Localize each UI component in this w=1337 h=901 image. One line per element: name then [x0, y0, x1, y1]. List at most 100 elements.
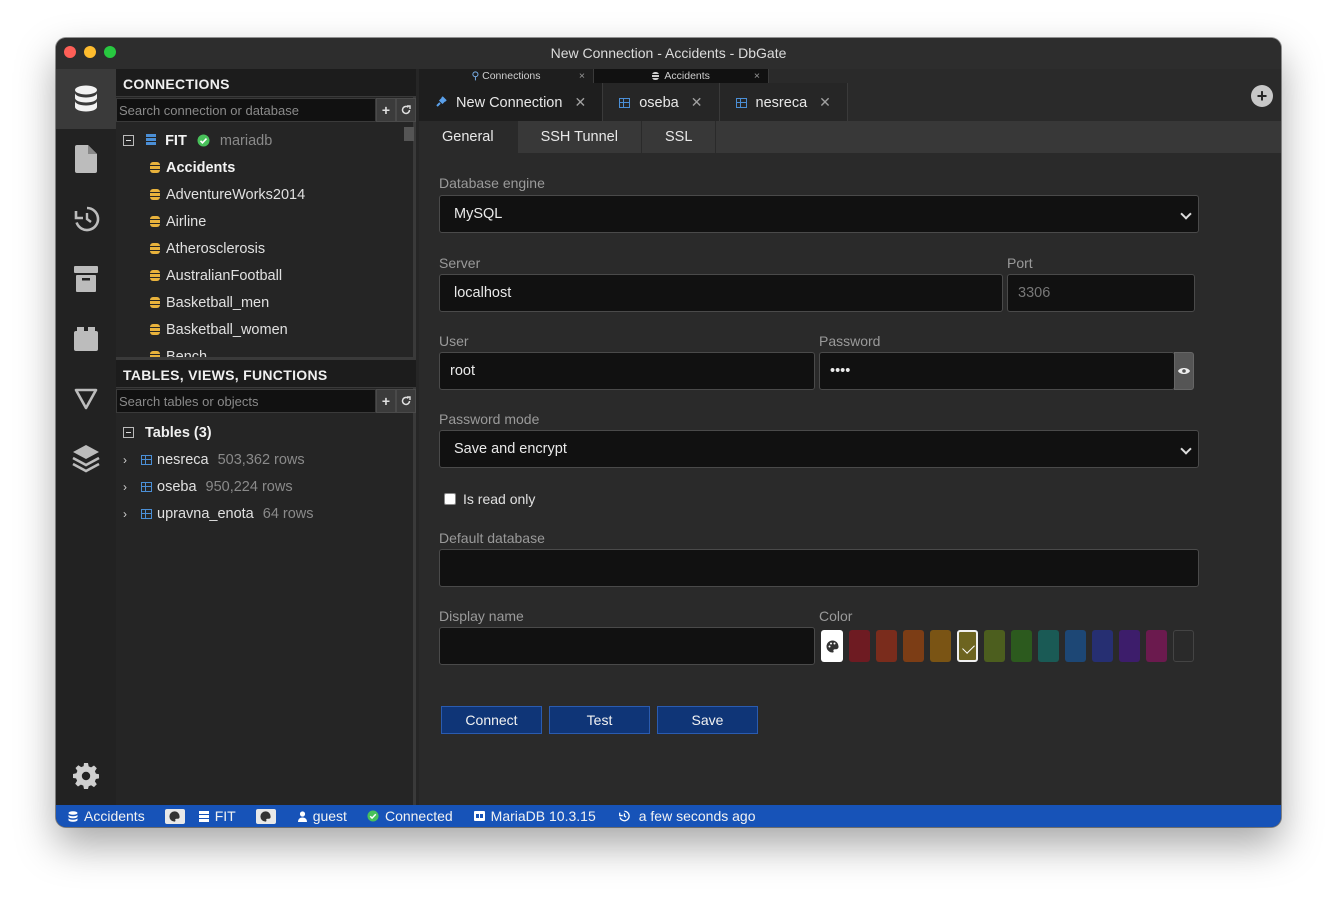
color-swatch[interactable] [1119, 630, 1140, 662]
test-button[interactable]: Test [549, 706, 650, 734]
status-server[interactable]: FIT [198, 808, 236, 824]
table-item[interactable]: › upravna_enota 64 rows [123, 501, 314, 528]
refresh-objects-button[interactable] [396, 389, 416, 413]
password-label: Password [819, 333, 881, 349]
database-item[interactable]: Atherosclerosis [150, 236, 265, 263]
tab-group-connections[interactable]: ⚲ Connections × [419, 69, 594, 83]
table-item[interactable]: › nesreca 503,362 rows [123, 447, 305, 474]
server-version-icon [473, 811, 485, 821]
user-label: User [439, 333, 469, 349]
history-icon[interactable] [56, 189, 116, 249]
palette-icon[interactable] [164, 808, 185, 824]
connections-scrollbar[interactable] [404, 127, 414, 141]
main-area: ⚲ Connections × Accidents × New Connecti… [419, 69, 1281, 805]
database-name: Basketball_women [166, 322, 288, 338]
tab-nesreca[interactable]: nesreca ✕ [719, 83, 848, 121]
read-only-label: Is read only [463, 491, 536, 507]
archive-icon[interactable] [56, 249, 116, 309]
color-swatch[interactable] [1011, 630, 1032, 662]
tab-group-accidents[interactable]: Accidents × [594, 69, 769, 83]
engine-select[interactable]: MySQL [439, 195, 1199, 233]
server-input[interactable]: localhost [439, 274, 1003, 312]
close-icon[interactable]: ✕ [691, 94, 703, 110]
close-icon[interactable]: × [579, 69, 585, 83]
color-swatch[interactable] [957, 630, 978, 662]
tab-ssh-tunnel[interactable]: SSH Tunnel [518, 121, 642, 153]
tab-ssl[interactable]: SSL [642, 121, 717, 153]
objects-header: TABLES, VIEWS, FUNCTIONS [116, 360, 416, 388]
table-row-count: 950,224 rows [205, 479, 293, 495]
chevron-right-icon[interactable]: › [123, 447, 135, 474]
color-swatch[interactable] [1065, 630, 1086, 662]
color-swatch[interactable] [876, 630, 897, 662]
database-icon[interactable] [56, 69, 116, 129]
database-item[interactable]: AdventureWorks2014 [150, 182, 305, 209]
show-password-eye-icon[interactable] [1174, 352, 1194, 390]
color-swatch[interactable] [1038, 630, 1059, 662]
tab-new-connection[interactable]: New Connection ✕ [419, 83, 604, 121]
password-mode-select[interactable]: Save and encrypt [439, 430, 1199, 468]
minimize-window-button[interactable] [84, 46, 96, 58]
table-name: nesreca [157, 452, 209, 468]
display-name-input[interactable] [439, 627, 815, 665]
status-connection: Connected [367, 808, 453, 824]
table-item[interactable]: › oseba 950,224 rows [123, 474, 293, 501]
save-button[interactable]: Save [657, 706, 758, 734]
close-icon[interactable]: ✕ [819, 94, 831, 110]
color-swatch[interactable] [1146, 630, 1167, 662]
database-item[interactable]: Basketball_women [150, 317, 288, 344]
maximize-window-button[interactable] [104, 46, 116, 58]
palette-icon[interactable] [821, 630, 843, 662]
palette-icon[interactable] [255, 808, 276, 824]
close-icon[interactable]: × [754, 69, 760, 83]
connect-button[interactable]: Connect [441, 706, 542, 734]
status-user: guest [297, 808, 347, 824]
table-icon [141, 455, 152, 465]
status-database[interactable]: Accidents [68, 808, 145, 824]
default-db-input[interactable] [439, 549, 1199, 587]
chevron-right-icon[interactable]: › [123, 474, 135, 501]
plugins-icon[interactable] [56, 309, 116, 369]
database-item[interactable]: Accidents [150, 155, 235, 182]
read-only-checkbox[interactable] [444, 493, 456, 505]
activity-bar [56, 69, 116, 805]
close-window-button[interactable] [64, 46, 76, 58]
database-item[interactable]: Airline [150, 209, 206, 236]
add-tab-button[interactable]: + [1251, 85, 1273, 107]
port-input[interactable]: 3306 [1007, 274, 1195, 312]
table-icon [735, 98, 747, 108]
database-name: Airline [166, 214, 207, 230]
tables-group[interactable]: Tables (3) [123, 420, 212, 447]
tab-general[interactable]: General [419, 121, 518, 153]
object-search-row: + [116, 389, 416, 413]
database-item[interactable]: AustralianFootball [150, 263, 282, 290]
settings-gear-icon[interactable] [56, 746, 116, 806]
database-name: Atherosclerosis [166, 241, 266, 257]
color-swatch[interactable] [1092, 630, 1113, 662]
color-swatch[interactable] [1173, 630, 1194, 662]
collapse-icon[interactable] [123, 427, 134, 438]
file-icon[interactable] [56, 129, 116, 189]
layers-icon[interactable] [56, 429, 116, 489]
filter-icon[interactable] [56, 369, 116, 429]
user-input[interactable]: root [439, 352, 815, 390]
color-swatch[interactable] [903, 630, 924, 662]
close-icon[interactable]: ✕ [574, 94, 586, 110]
password-input[interactable]: •••• [819, 352, 1175, 390]
app-window: New Connection - Accidents - DbGate CONN [56, 38, 1281, 827]
add-object-button[interactable]: + [376, 389, 396, 413]
color-swatch[interactable] [930, 630, 951, 662]
tab-oseba[interactable]: oseba ✕ [603, 83, 720, 121]
database-item[interactable]: Bench [150, 344, 207, 357]
window-title: New Connection - Accidents - DbGate [550, 45, 787, 61]
chevron-right-icon[interactable]: › [123, 501, 135, 528]
color-swatch[interactable] [849, 630, 870, 662]
database-name: Basketball_men [166, 295, 270, 311]
password-mode-label: Password mode [439, 411, 540, 427]
database-item[interactable]: Basketball_men [150, 290, 269, 317]
database-name: Bench [166, 349, 208, 357]
tab-group-bar: ⚲ Connections × Accidents × [419, 69, 769, 83]
object-search-input[interactable] [116, 389, 376, 413]
color-swatch[interactable] [984, 630, 1005, 662]
database-icon [150, 243, 160, 254]
